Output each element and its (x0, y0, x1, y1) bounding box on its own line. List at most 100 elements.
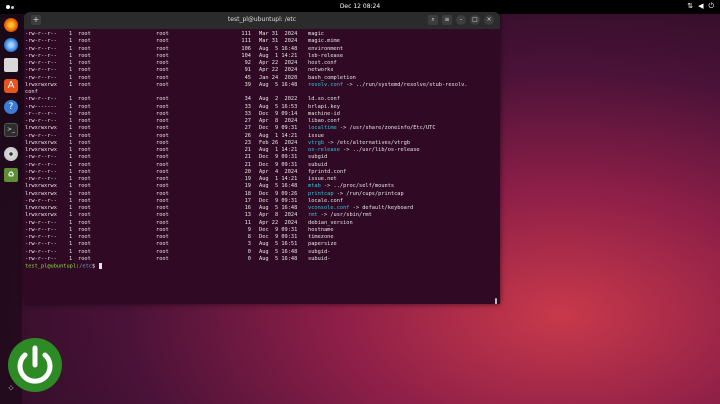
perm-cell: -rw-r--r-- (25, 241, 57, 248)
group-cell: root (156, 154, 169, 161)
date-cell: Apr 22 2024 (259, 60, 298, 66)
date-cell: Aug 5 16:48 (259, 248, 298, 255)
links-cell: 1 (69, 248, 73, 255)
filename-cell: issue.net (308, 176, 337, 183)
date-cell: Mar 31 2024 (259, 31, 298, 37)
owner-cell: root (78, 197, 91, 204)
filename-cell: machine-id (308, 111, 340, 118)
firefox-icon[interactable] (4, 18, 18, 32)
links-cell: 1 (69, 110, 73, 117)
links-cell: 1 (69, 190, 73, 197)
links-cell: 1 (69, 67, 73, 74)
terminal-scrollbar[interactable] (495, 298, 497, 304)
perm-cell: -rw-r--r-- (25, 60, 57, 66)
perm-cell: -rw-r--r-- (25, 154, 57, 161)
owner-cell: root (78, 168, 91, 175)
perm-cell: -rw-r--r-- (25, 52, 57, 59)
group-cell: root (156, 139, 169, 146)
app-center-icon[interactable]: A (4, 79, 18, 93)
size-cell: 0 (247, 255, 251, 262)
menu-button[interactable]: ≡ (442, 15, 452, 25)
filename: vconsole.conf (308, 205, 350, 211)
group-cell: root (156, 103, 169, 110)
listing-row: -rw-r--r-- 1 root root 26 Aug 1 14:21 issue (25, 133, 500, 140)
date-cell: Dec 9 09:31 (259, 125, 298, 132)
links-cell: 1 (69, 197, 73, 204)
size-cell: 111 (241, 38, 251, 45)
thunderbird-icon[interactable] (4, 38, 18, 52)
size-cell: 26 (244, 132, 251, 139)
prompt-line[interactable]: test_pl@ubuntupl:/etc$ (25, 263, 500, 270)
filename: lsb-release (308, 52, 344, 59)
owner-cell: root (78, 176, 91, 182)
filename: papersize (308, 241, 337, 248)
files-icon[interactable] (4, 58, 18, 72)
group-cell: root (156, 110, 169, 117)
group-cell: root (156, 255, 169, 262)
terminal-titlebar[interactable]: + test_pl@ubuntupl: /etc ⌕ ≡ – □ × (24, 12, 500, 29)
filename: fprintd.conf (308, 168, 347, 175)
listing-row: lrwxrwxrwx 1 root root 19 Aug 5 16:48 mtab -> … (25, 183, 500, 190)
links-cell: 1 (69, 118, 73, 124)
listing-row: -rw-r--r-- 1 root root 104 Aug 1 14:21 lsb-rel… (25, 53, 500, 60)
terminal-output[interactable]: -rw-r--r-- 1 root root 111 Mar 31 2024 magic -r… (24, 29, 500, 304)
group-cell: root (156, 212, 169, 219)
system-tray[interactable]: ⇅ ◀ ⏻ (687, 2, 714, 11)
link-target: -> ../run/systemd/resolve/stub-resolv. (343, 81, 468, 88)
maximize-button[interactable]: □ (470, 15, 480, 25)
links-cell: 1 (69, 161, 73, 168)
disc-icon[interactable] (4, 147, 18, 161)
owner-cell: root (78, 67, 91, 74)
date-cell: Aug 5 16:48 (259, 45, 298, 52)
listing-row: -rw-r--r-- 1 root root 111 Mar 31 2024 magic (25, 31, 500, 38)
terminal-icon[interactable]: >_ (4, 123, 18, 137)
date-cell: Mar 31 2024 (259, 38, 298, 45)
close-button[interactable]: × (484, 15, 494, 25)
filename-cell: papersize (308, 241, 337, 248)
minimize-button[interactable]: – (456, 15, 466, 25)
size-cell: 111 (241, 31, 251, 37)
owner-cell: root (78, 118, 91, 124)
perm-cell: -rw-r--r-- (25, 248, 57, 255)
size-cell: 45 (244, 74, 251, 81)
perm-cell: -rw-r--r-- (25, 234, 57, 240)
listing-row: lrwxrwxrwx 1 root root 39 Aug 5 16:48 resolv.c… (25, 82, 500, 89)
search-button[interactable]: ⌕ (428, 15, 438, 25)
help-icon[interactable]: ? (4, 100, 18, 114)
links-cell: 1 (69, 205, 73, 211)
size-cell: 19 (244, 176, 251, 182)
listing-row: -rw-r--r-- 1 root root 0 Aug 5 16:48 subuid- (25, 256, 500, 263)
size-cell: 91 (244, 67, 251, 74)
links-cell: 1 (69, 212, 73, 219)
owner-cell: root (78, 212, 91, 219)
owner-cell: root (78, 255, 91, 262)
size-cell: 11 (244, 219, 251, 226)
date-cell: Dec 9 09:31 (259, 234, 298, 240)
links-cell: 1 (69, 125, 73, 132)
listing-row: lrwxrwxrwx 1 root root 27 Dec 9 09:31 localtim… (25, 125, 500, 132)
text-cursor (99, 263, 103, 269)
size-cell: 104 (241, 52, 251, 59)
listing-row: lrwxrwxrwx 1 root root 18 Dec 9 09:26 printcap… (25, 191, 500, 198)
owner-cell: root (78, 248, 91, 255)
owner-cell: root (78, 125, 91, 132)
filename-cell: magic.mime (308, 38, 340, 45)
owner-cell: root (78, 205, 91, 211)
listing-row: -rw-r--r-- 1 root root 9 Dec 9 09:31 hostname (25, 227, 500, 234)
links-cell: 1 (69, 183, 73, 190)
perm-cell: -rw-r--r-- (25, 38, 57, 45)
filename: os-release (308, 147, 340, 153)
perm-cell: -rw-r--r-- (25, 226, 57, 233)
filename: mtab (308, 183, 321, 190)
clock[interactable]: Dec 12 08:24 (0, 3, 720, 10)
listing-row: lrwxrwxrwx 1 root root 16 Aug 5 16:48 vconsole… (25, 205, 500, 212)
date-cell: Dec 9 09:31 (259, 154, 298, 161)
group-cell: root (156, 147, 169, 153)
group-cell: root (156, 45, 169, 52)
filename-cell: timezone (308, 234, 334, 241)
filename: subgid- (308, 248, 331, 255)
trash-icon[interactable]: ♻ (4, 168, 18, 182)
listing-row: -rw-r--r-- 1 root root 91 Apr 22 2024 networks (25, 67, 500, 74)
size-cell: 106 (241, 45, 251, 52)
filename-cell: environment (308, 46, 343, 53)
